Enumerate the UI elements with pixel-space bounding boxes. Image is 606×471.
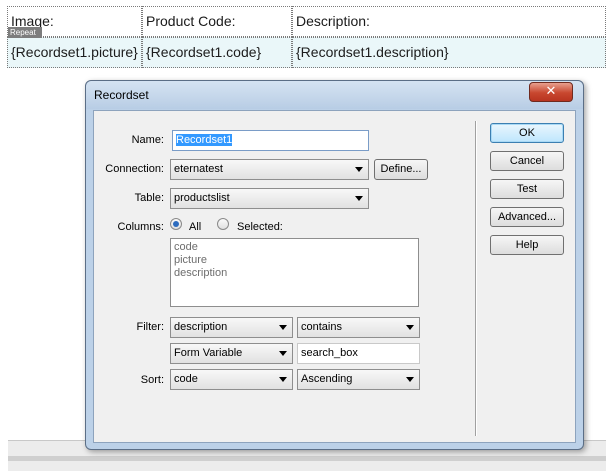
- sort-order-value: Ascending: [301, 373, 353, 385]
- chevron-down-icon: [279, 325, 287, 330]
- columns-all-radio[interactable]: [170, 218, 182, 230]
- dialog-titlebar[interactable]: Recordset ✕: [86, 81, 583, 109]
- sort-column-select[interactable]: code: [170, 369, 293, 390]
- sort-column-value: code: [174, 373, 198, 385]
- table-label: Table:: [134, 192, 164, 204]
- chevron-down-icon: [355, 167, 363, 172]
- close-icon: ✕: [545, 84, 557, 99]
- filter-value-field[interactable]: search_box: [297, 343, 420, 364]
- columns-label: Columns:: [117, 221, 164, 233]
- chevron-down-icon: [279, 377, 287, 382]
- advanced-button[interactable]: Advanced...: [490, 207, 564, 227]
- chevron-down-icon: [279, 351, 287, 356]
- close-button[interactable]: ✕: [529, 82, 573, 102]
- define-button[interactable]: Define...: [374, 159, 428, 180]
- sort-label: Sort:: [140, 374, 164, 386]
- chevron-down-icon: [355, 196, 363, 201]
- connection-select[interactable]: eternatest: [170, 159, 369, 180]
- design-view-table: Image: Product Code: Description: {Recor…: [7, 6, 606, 68]
- chevron-down-icon: [406, 377, 414, 382]
- ok-button[interactable]: OK: [490, 123, 564, 143]
- chevron-down-icon: [406, 325, 414, 330]
- header-cell-product-code[interactable]: Product Code:: [142, 6, 292, 37]
- columns-all-label: All: [189, 221, 202, 233]
- column-item[interactable]: description: [174, 267, 415, 280]
- name-label: Name:: [131, 134, 164, 146]
- sort-order-select[interactable]: Ascending: [297, 369, 420, 390]
- column-item[interactable]: code: [174, 241, 415, 254]
- filter-column-value: description: [174, 321, 228, 333]
- horizontal-scrollbar[interactable]: [8, 456, 606, 461]
- connection-value: eternatest: [174, 163, 223, 175]
- columns-selected-label: Selected:: [237, 221, 283, 233]
- name-field-value: Recordset1: [176, 134, 233, 146]
- filter-label: Filter:: [136, 321, 165, 333]
- dynamic-cell-picture[interactable]: {Recordset1.picture}: [7, 37, 142, 68]
- dynamic-cell-code[interactable]: {Recordset1.code}: [142, 37, 292, 68]
- columns-selected-radio[interactable]: [217, 218, 229, 230]
- help-button[interactable]: Help: [490, 235, 564, 255]
- cancel-button[interactable]: Cancel: [490, 151, 564, 171]
- filter-source-value: Form Variable: [174, 347, 243, 359]
- header-cell-description[interactable]: Description:: [292, 6, 606, 37]
- name-field[interactable]: Recordset1: [172, 130, 369, 151]
- columns-listbox[interactable]: code picture description: [170, 238, 419, 307]
- filter-operator-value: contains: [301, 321, 342, 333]
- table-value: productslist: [174, 192, 230, 204]
- recordset-dialog: Recordset ✕ Name: Recordset1 Connection:…: [85, 80, 584, 450]
- filter-operator-select[interactable]: contains: [297, 317, 420, 338]
- dialog-title: Recordset: [94, 88, 149, 102]
- connection-label: Connection:: [105, 163, 164, 175]
- column-item[interactable]: picture: [174, 254, 415, 267]
- vertical-divider: [475, 121, 477, 436]
- test-button[interactable]: Test: [490, 179, 564, 199]
- filter-source-select[interactable]: Form Variable: [170, 343, 293, 364]
- repeat-region-tag[interactable]: Repeat: [8, 27, 42, 38]
- table-select[interactable]: productslist: [170, 188, 369, 209]
- dynamic-cell-description[interactable]: {Recordset1.description}: [292, 37, 606, 68]
- dialog-body: Name: Recordset1 Connection: eternatest …: [93, 110, 576, 443]
- filter-column-select[interactable]: description: [170, 317, 293, 338]
